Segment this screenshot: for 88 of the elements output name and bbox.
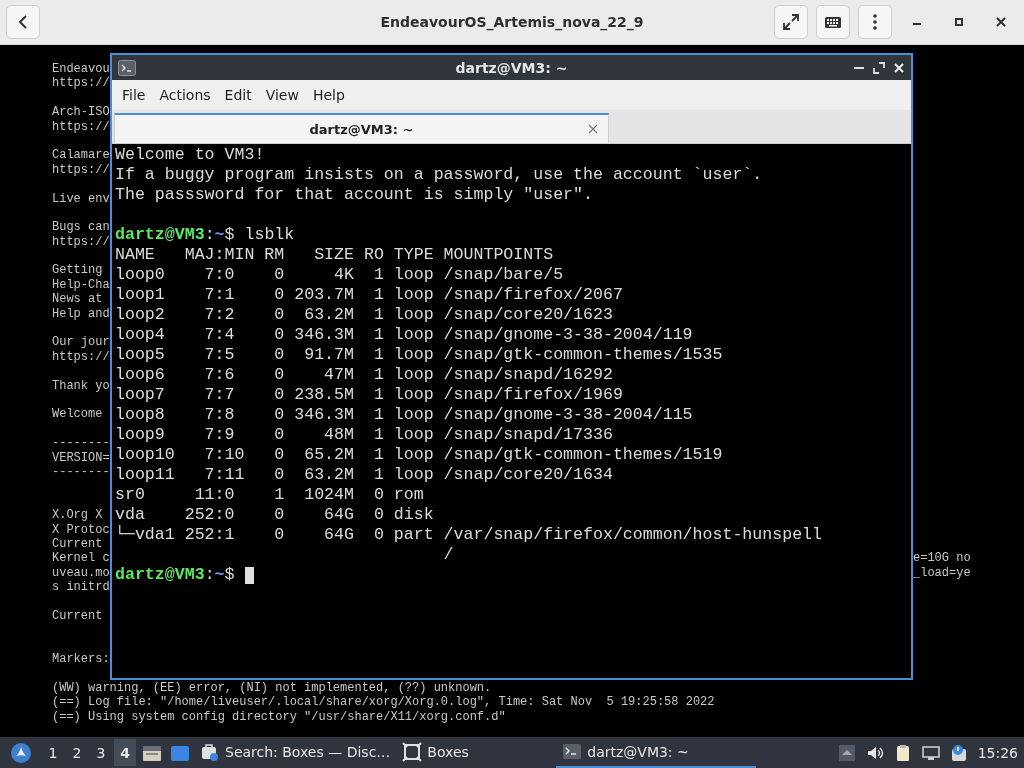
expand-icon [782, 13, 800, 31]
terminal-text: loop6 7:6 0 47M 1 loop /snap/snapd/16292 [115, 365, 613, 385]
task-button[interactable]: Boxes [396, 737, 475, 768]
console-text: Help and [52, 306, 110, 321]
terminal-text: loop5 7:5 0 91.7M 1 loop /snap/gtk-common-themes/1535 [115, 345, 723, 365]
window-icon[interactable] [170, 743, 190, 762]
console-text: -------- [52, 436, 110, 451]
terminal-text: loop10 7:10 0 65.2M 1 loop /snap/gtk-common-themes/1519 [115, 445, 723, 465]
console-text: Thank yo [52, 378, 110, 393]
close-icon[interactable] [994, 15, 1008, 29]
console-text: _load=ye [913, 565, 971, 581]
terminal-text: └─vda1 252:1 0 64G 0 part /var/snap/firefox/common/host-hunspell [115, 525, 822, 545]
console-text: X Protoc [52, 522, 110, 537]
menu-button[interactable] [858, 5, 892, 39]
console-text: https:// [52, 234, 110, 249]
clock: 15:26 [977, 744, 1018, 761]
console-text: https:// [52, 349, 110, 364]
terminal-text: loop11 7:11 0 63.2M 1 loop /snap/core20/1634 [115, 465, 613, 485]
menu-item[interactable]: View [259, 84, 305, 106]
menu-item[interactable]: Actions [153, 84, 217, 106]
console-text: Our jour [52, 335, 110, 350]
menu-item[interactable]: File [116, 84, 152, 106]
terminal-prompt: dartz@VM3:~$ [115, 565, 236, 585]
console-text: (==) Using system config directory "/usr/share/X11/xorg.conf.d" [52, 709, 506, 724]
console-text: https:// [52, 76, 110, 91]
terminal-text: vda 252:0 0 64G 0 disk [115, 505, 434, 525]
task-button[interactable]: Search: Boxes — Disc… [194, 737, 397, 768]
terminal-text: Welcome to VM3! [115, 145, 265, 165]
terminal-text: loop8 7:8 0 346.3M 1 loop /snap/gnome-3-38-2004/115 [115, 405, 693, 425]
terminal-icon [562, 741, 583, 762]
terminal-text: sr0 11:0 1 1024M 0 rom [115, 485, 424, 505]
terminal-text: loop1 7:1 0 203.7M 1 loop /snap/firefox/2067 [115, 285, 623, 305]
workspace-button[interactable]: 4 [114, 739, 136, 766]
keyboard-button[interactable] [816, 5, 850, 39]
workspace-button[interactable]: 3 [90, 739, 112, 766]
console-text: https:// [52, 162, 110, 177]
network-icon[interactable] [921, 743, 940, 762]
terminal-text: The passsword for that account is simply "user". [115, 185, 593, 205]
console-text: Endeavou [52, 62, 110, 76]
workspace-button[interactable]: 2 [66, 739, 88, 766]
more-icon [873, 14, 877, 30]
console-text: (WW) warning, (EE) error, (NI) not implemented, (??) unknown. [52, 680, 492, 695]
console-text: Markers: [52, 652, 110, 666]
console-text: Current [52, 536, 103, 551]
back-button[interactable] [6, 5, 40, 39]
update-icon[interactable] [949, 743, 968, 762]
console-text: Kernel c [52, 551, 110, 566]
terminal-text: loop9 7:9 0 48M 1 loop /snap/snapd/17336 [115, 425, 613, 445]
console-text: s initrd [52, 580, 110, 595]
terminal-text: / [442, 545, 454, 565]
console-text: Current [52, 608, 103, 623]
terminal-icon [118, 59, 136, 76]
console-text: VERSION= [52, 450, 110, 465]
terminal-prompt: dartz@VM3:~$ lsblk [115, 225, 295, 245]
maximize-icon[interactable] [873, 61, 885, 74]
console-text: Arch-ISO [52, 105, 110, 120]
console-text: X.Org X [52, 508, 103, 523]
tab[interactable]: dartz@VM3: ~ [114, 113, 609, 143]
menu-item[interactable]: Edit [218, 84, 258, 106]
terminal-text: loop0 7:0 0 4K 1 loop /snap/bare/5 [115, 265, 564, 285]
console-text: https:// [52, 119, 110, 134]
console-text: Help-Cha [52, 277, 110, 292]
terminal-text: If a buggy program insists on a password, use the account `user`. [115, 165, 763, 185]
console-text: News at [52, 292, 103, 307]
fullscreen-button[interactable] [774, 5, 808, 39]
console-text: Bugs can [52, 220, 110, 235]
menu-item[interactable]: Help [306, 84, 351, 106]
file-manager-icon[interactable] [142, 743, 162, 762]
terminal-text: loop7 7:7 0 238.5M 1 loop /snap/firefox/1969 [115, 385, 623, 405]
terminal-text: NAME MAJ:MIN RM SIZE RO TYPE MOUNTPOINTS [115, 245, 554, 265]
start-menu-icon[interactable] [10, 741, 32, 764]
maximize-icon[interactable] [952, 15, 966, 29]
console-text: e=10G no [913, 551, 971, 566]
boxes-icon [402, 741, 423, 762]
window-title: EndeavourOS_Artemis_nova_22_9 [380, 14, 644, 30]
console-text: (==) Log file: "/home/liveuser/.local/share/xorg/Xorg.0.log", Time: Sat Nov 5 19:25:58 2022 [52, 695, 715, 710]
workspace-button[interactable]: 1 [42, 739, 64, 766]
console-text: -------- [52, 464, 110, 479]
terminal-text: loop2 7:2 0 63.2M 1 loop /snap/core20/1623 [115, 305, 613, 325]
console-text: Getting [52, 263, 103, 278]
store-icon [200, 741, 220, 762]
console-text: uveau.mo [52, 565, 110, 580]
console-text: Live env [52, 191, 110, 206]
window-title: dartz@VM3: ~ [455, 59, 568, 76]
console-text: Calamare [52, 148, 110, 163]
terminal-text: loop4 7:4 0 346.3M 1 loop /snap/gnome-3-38-2004/119 [115, 325, 693, 345]
back-icon [18, 14, 28, 30]
console-text: Welcome [52, 407, 103, 422]
